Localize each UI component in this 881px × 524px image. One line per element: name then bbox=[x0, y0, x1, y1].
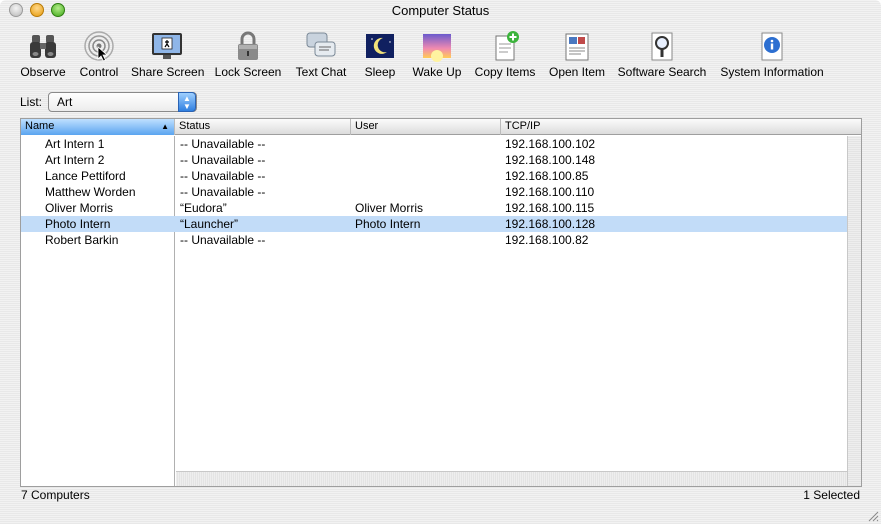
cell-status: “Launcher” bbox=[180, 217, 239, 231]
table-row[interactable]: Oliver Morris “Eudora” Oliver Morris 192.16… bbox=[21, 200, 847, 216]
cell-status: -- Unavailable -- bbox=[180, 185, 266, 199]
cell-tcpip: 192.168.100.115 bbox=[505, 201, 595, 215]
open-item-button[interactable]: Open Item bbox=[547, 30, 607, 79]
table-row[interactable]: Art Intern 1 -- Unavailable -- 192.168.100… bbox=[21, 136, 847, 152]
open-item-icon bbox=[565, 33, 589, 61]
cell-name: Lance Pettiford bbox=[45, 169, 126, 183]
cell-user: Photo Intern bbox=[355, 217, 421, 231]
sunrise-icon bbox=[423, 34, 451, 62]
wake-up-button[interactable]: Wake Up bbox=[412, 30, 462, 79]
cell-status: -- Unavailable -- bbox=[180, 137, 266, 151]
minimize-window-button[interactable] bbox=[30, 3, 44, 17]
cell-user: Oliver Morris bbox=[355, 201, 423, 215]
table-row[interactable]: Lance Pettiford -- Unavailable -- 192.168.… bbox=[21, 168, 847, 184]
toolbar: Observe Control Share Screen Lock Screen… bbox=[0, 30, 881, 80]
zoom-window-button[interactable] bbox=[51, 3, 65, 17]
system-information-button[interactable]: System Information bbox=[718, 30, 826, 79]
binoculars-icon bbox=[30, 35, 56, 58]
list-label: List: bbox=[20, 95, 43, 109]
moon-icon bbox=[366, 34, 394, 58]
software-search-button[interactable]: Software Search bbox=[617, 30, 707, 79]
share-screen-button[interactable]: Share Screen bbox=[131, 30, 204, 79]
table-row[interactable]: Photo Intern “Launcher” Photo Intern 192.16… bbox=[21, 216, 847, 232]
computer-count: 7 Computers bbox=[21, 488, 90, 502]
cell-tcpip: 192.168.100.128 bbox=[505, 217, 596, 231]
copy-items-icon bbox=[495, 31, 519, 61]
list-selector-row: List: Art ▲ ▼ bbox=[20, 92, 198, 112]
lock-screen-button[interactable]: Lock Screen bbox=[214, 30, 282, 79]
magnifier-icon bbox=[651, 32, 673, 61]
computer-table: Name ▲ Status User TCP/IP Art Intern 1 --… bbox=[20, 118, 862, 487]
window-title: Computer Status bbox=[391, 3, 490, 18]
column-header-tcpip[interactable]: TCP/IP bbox=[501, 119, 861, 135]
cell-status: -- Unavailable -- bbox=[180, 233, 266, 247]
chat-bubbles-icon bbox=[306, 32, 336, 57]
cell-name: Oliver Morris bbox=[45, 201, 113, 215]
column-header-name[interactable]: Name ▲ bbox=[21, 119, 175, 135]
share-screen-icon bbox=[152, 33, 182, 59]
cell-name: Art Intern 1 bbox=[45, 137, 105, 151]
padlock-icon bbox=[238, 31, 258, 60]
cell-tcpip: 192.168.100.85 bbox=[505, 169, 589, 183]
observe-button[interactable]: Observe bbox=[20, 30, 66, 79]
vertical-scrollbar[interactable] bbox=[847, 136, 861, 486]
info-icon bbox=[761, 32, 783, 61]
mouse-pointer-icon bbox=[97, 46, 109, 62]
column-header-status[interactable]: Status bbox=[175, 119, 351, 135]
computer-status-window: Computer Status Observe Control Share Sc… bbox=[0, 0, 881, 524]
cell-status: -- Unavailable -- bbox=[180, 153, 266, 167]
cell-tcpip: 192.168.100.82 bbox=[505, 233, 589, 247]
cell-name: Art Intern 2 bbox=[45, 153, 105, 167]
cell-status: “Eudora” bbox=[180, 201, 227, 215]
resize-grip-icon[interactable] bbox=[867, 510, 879, 522]
popup-arrows-icon: ▲ ▼ bbox=[178, 92, 197, 112]
text-chat-button[interactable]: Text Chat bbox=[293, 30, 349, 79]
list-popup-menu[interactable]: Art ▲ ▼ bbox=[48, 92, 198, 112]
sort-ascending-icon: ▲ bbox=[161, 122, 169, 131]
table-header: Name ▲ Status User TCP/IP bbox=[21, 119, 861, 135]
close-window-button[interactable] bbox=[9, 3, 23, 17]
list-selected-value: Art bbox=[57, 95, 73, 109]
cell-tcpip: 192.168.100.102 bbox=[505, 137, 596, 151]
cell-name: Photo Intern bbox=[45, 217, 111, 231]
horizontal-scrollbar[interactable] bbox=[176, 471, 847, 486]
table-row[interactable]: Robert Barkin -- Unavailable -- 192.168.10… bbox=[21, 232, 847, 248]
sleep-button[interactable]: Sleep bbox=[362, 30, 398, 79]
column-header-user[interactable]: User bbox=[351, 119, 501, 135]
table-row[interactable]: Matthew Worden -- Unavailable -- 192.168.1… bbox=[21, 184, 847, 200]
table-row[interactable]: Art Intern 2 -- Unavailable -- 192.168.100… bbox=[21, 152, 847, 168]
cell-status: -- Unavailable -- bbox=[180, 169, 266, 183]
cell-name: Matthew Worden bbox=[45, 185, 136, 199]
copy-items-button[interactable]: Copy Items bbox=[473, 30, 537, 79]
selection-count: 1 Selected bbox=[803, 488, 860, 502]
cell-tcpip: 192.168.100.148 bbox=[505, 153, 596, 167]
cell-tcpip: 192.168.100.110 bbox=[505, 185, 595, 199]
cell-name: Robert Barkin bbox=[45, 233, 119, 247]
title-bar: Computer Status bbox=[0, 0, 881, 22]
